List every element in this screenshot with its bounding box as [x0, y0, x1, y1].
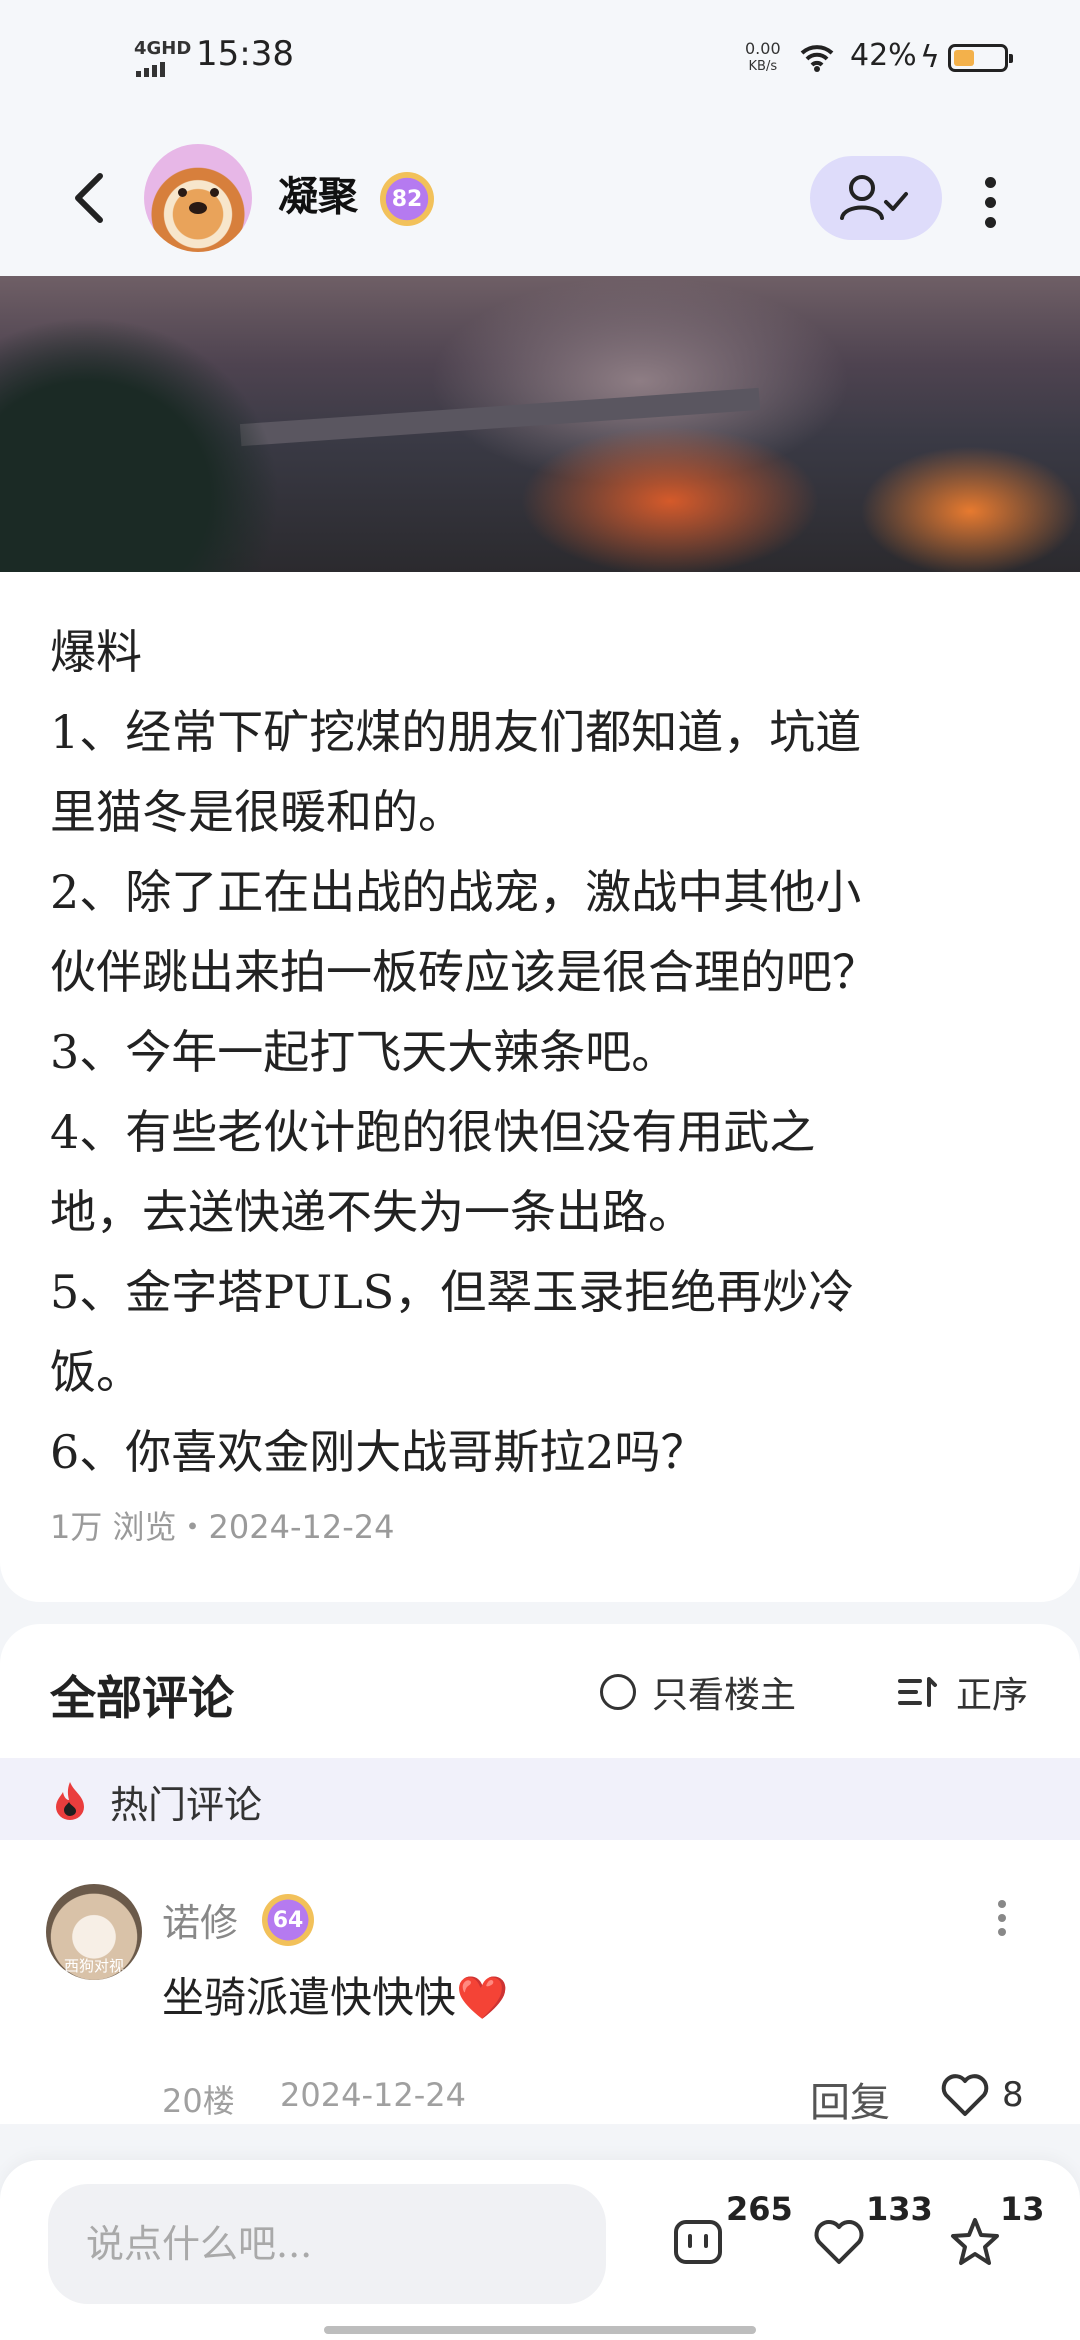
post-line: 6、你喜欢金刚大战哥斯拉2吗？: [50, 1425, 707, 1479]
comment-more-icon[interactable]: [998, 1900, 1008, 1942]
post-line: 地，去送快递不失为一条出路。: [50, 1185, 694, 1239]
author-name[interactable]: 凝聚: [278, 164, 358, 222]
post-line: 1、经常下矿挖煤的朋友们都知道，坑道: [50, 705, 862, 759]
heart-emoji: ❤️: [456, 1973, 509, 2022]
follow-user-icon: [840, 175, 908, 220]
commenter-name[interactable]: 诺修: [162, 1892, 238, 1947]
only-owner-toggle[interactable]: 只看楼主: [600, 1666, 796, 1718]
like-button[interactable]: 133: [812, 2190, 933, 2272]
post-header: 凝聚 82: [0, 120, 1080, 276]
clock: 15:38: [196, 34, 294, 74]
author-level-badge: 82: [380, 172, 434, 226]
hot-comments-bar: 热门评论: [0, 1758, 1080, 1840]
comment-date: 2024-12-24: [280, 2076, 466, 2114]
home-indicator[interactable]: [324, 2326, 756, 2334]
battery-icon: [948, 44, 1013, 72]
favorite-button[interactable]: 13: [948, 2190, 1045, 2272]
post-body: 爆料 1、经常下矿挖煤的朋友们都知道，坑道 里猫冬是很暖和的。 2、除了正在出战的战宠…: [50, 612, 1040, 1492]
charging-icon: ϟ: [920, 40, 940, 75]
network-speed: 0.00 KB/s: [745, 40, 781, 76]
wifi-icon: [800, 45, 834, 72]
hot-comments-label: 热门评论: [110, 1783, 263, 1827]
flame-icon: [56, 1782, 84, 1820]
comment-text-body: 坐骑派遣快快快: [162, 1973, 457, 2022]
network-speed-unit: KB/s: [748, 59, 778, 74]
only-owner-label: 只看楼主: [652, 1675, 797, 1716]
post-content-card: 爆料 1、经常下矿挖煤的朋友们都知道，坑道 里猫冬是很暖和的。 2、除了正在出战的战宠…: [0, 572, 1080, 1602]
post-cover-image[interactable]: [0, 276, 1080, 572]
status-bar: 4GHD 15:38 0.00 KB/s 42% ϟ: [0, 0, 1080, 120]
sort-icon: [898, 1677, 937, 1707]
sort-label: 正序: [956, 1675, 1029, 1716]
post-line: 2、除了正在出战的战宠，激战中其他小: [50, 865, 862, 919]
heart-outline-icon: [814, 2220, 864, 2264]
battery-percent: 42%: [850, 38, 917, 73]
star-outline-icon: [951, 2218, 999, 2265]
post-line: 伙伴跳出来拍一板砖应该是很合理的吧？: [50, 945, 878, 999]
post-meta: 1万 浏览・2024-12-24: [50, 1508, 395, 1546]
back-icon[interactable]: [60, 166, 120, 230]
signal-icon: [136, 62, 165, 77]
post-line: 5、金字塔PULS，但翠玉录拒绝再炒冷: [50, 1265, 855, 1319]
reply-button[interactable]: 回复: [810, 2070, 890, 2128]
post-line: 里猫冬是很暖和的。: [50, 785, 464, 839]
favorite-count: 13: [1000, 2190, 1045, 2228]
avatar-caption: 西狗对视: [63, 1957, 124, 1975]
comment-text: 坐骑派遣快快快❤️: [162, 1964, 508, 2025]
network-type: 4GHD: [134, 38, 192, 59]
like-count: 133: [866, 2190, 933, 2228]
comments-title: 全部评论: [50, 1671, 234, 1725]
author-avatar[interactable]: [144, 144, 252, 252]
commenter-level-badge: 64: [262, 1894, 314, 1946]
network-speed-value: 0.00: [745, 39, 781, 58]
post-line: 3、今年一起打飞天大辣条吧。: [50, 1025, 678, 1079]
comment-input[interactable]: 说点什么吧...: [48, 2184, 606, 2304]
commenter-avatar[interactable]: 西狗对视: [46, 1884, 142, 1980]
comment-count: 265: [726, 2190, 793, 2228]
comment-icon: [674, 2220, 722, 2264]
sort-toggle[interactable]: 正序: [898, 1666, 1028, 1718]
comment-button[interactable]: 265: [672, 2190, 793, 2272]
bottom-action-bar: 说点什么吧... 265 133 13: [0, 2160, 1080, 2340]
post-line: 爆料: [50, 625, 142, 679]
post-line: 饭。: [50, 1345, 142, 1399]
radio-icon: [600, 1674, 636, 1710]
follow-button[interactable]: [810, 156, 942, 240]
comment-like-count: 8: [1002, 2075, 1024, 2115]
more-vertical-icon[interactable]: [980, 170, 1000, 230]
comment-item: 西狗对视 诺修 64 坐骑派遣快快快❤️ 20楼 2024-12-24 回复 8: [0, 1864, 1080, 2126]
post-line: 4、有些老伙计跑的很快但没有用武之: [50, 1105, 816, 1159]
comment-floor: 20楼: [162, 2082, 235, 2120]
comment-like-button[interactable]: 8: [940, 2072, 1024, 2118]
comments-section: 全部评论 只看楼主 正序 热门评论 西狗对视 诺修 64 坐骑派遣快快快❤️ 2…: [0, 1624, 1080, 2126]
heart-outline-icon: [941, 2074, 989, 2116]
